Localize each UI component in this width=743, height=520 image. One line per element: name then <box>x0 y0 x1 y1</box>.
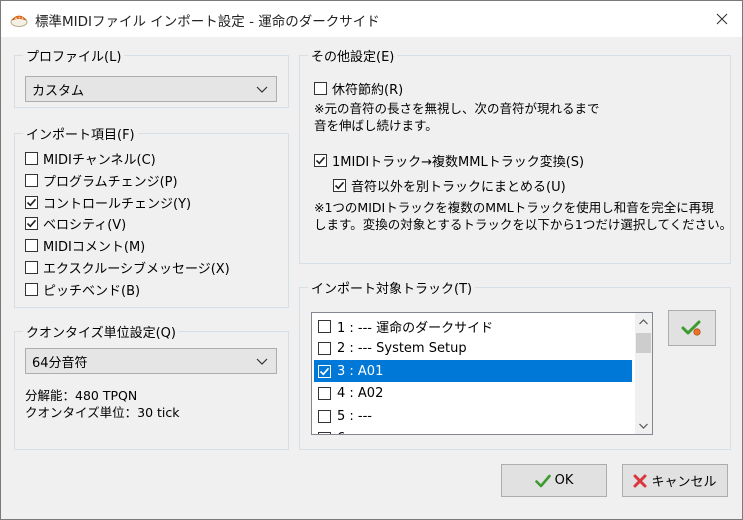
multi-track-checkbox[interactable]: 1MIDIトラック→複数MMLトラック変換(S) <box>314 151 584 170</box>
cross-icon <box>633 474 647 488</box>
chevron-down-icon <box>256 358 268 365</box>
import-item-checkbox[interactable]: MIDIコメント(M) <box>25 236 145 255</box>
import-item-label: エクスクルーシブメッセージ(X) <box>43 262 230 277</box>
checkbox-box[interactable] <box>25 173 38 187</box>
scroll-up-button[interactable] <box>635 313 652 330</box>
track-item-label: 6 : --- <box>337 431 372 434</box>
cancel-label: キャンセル <box>651 475 717 490</box>
multi-track-note-line1: ※1つのMIDIトラックを複数のMMLトラックを使用し和音を完全に再現 <box>314 200 714 215</box>
track-list-item[interactable]: 5 : --- <box>314 405 632 427</box>
quantize-selected-value: 64分音符 <box>32 355 88 371</box>
checkbox-box[interactable] <box>318 409 331 423</box>
import-item-checkbox[interactable]: プログラムチェンジ(P) <box>25 171 178 190</box>
checkbox-box[interactable] <box>318 319 331 333</box>
sushi-app-icon <box>10 11 28 27</box>
rest-saving-checkbox[interactable]: 休符節約(R) <box>314 79 403 98</box>
rest-saving-note-line1: ※元の音符の長さを無視し、次の音符が現れるまで <box>314 101 600 116</box>
checkbox-box[interactable] <box>318 432 331 434</box>
checkbox-box[interactable] <box>25 152 38 165</box>
import-settings-dialog: 標準MIDIファイル インポート設定 - 運命のダークサイド プロファイル(L)… <box>0 0 743 520</box>
cancel-button[interactable]: キャンセル <box>622 464 728 497</box>
scroll-thumb[interactable] <box>636 333 651 353</box>
track-list-item[interactable]: 2 : --- System Setup <box>314 338 632 360</box>
checkbox-box[interactable] <box>333 179 346 192</box>
checkbox-box[interactable] <box>314 154 327 167</box>
resolution-text: 分解能：480 TPQN <box>25 388 138 403</box>
close-button[interactable] <box>701 1 742 37</box>
track-item-label: 3 : A01 <box>337 363 384 379</box>
rest-saving-label: 休符節約(R) <box>332 83 404 98</box>
track-list-item[interactable]: 6 : --- <box>314 428 632 434</box>
ok-button[interactable]: OK <box>501 464 607 497</box>
checkbox-box[interactable] <box>314 82 327 95</box>
track-list-item[interactable]: 4 : A02 <box>314 383 632 405</box>
chevron-down-icon <box>256 86 268 93</box>
import-item-label: コントロールチェンジ(Y) <box>43 196 192 212</box>
import-item-checkbox[interactable]: ピッチベンド(B) <box>25 280 140 299</box>
checkbox-box[interactable] <box>25 282 38 296</box>
rest-saving-note-line2: 音を伸ばし続けます。 <box>314 118 438 133</box>
other-settings-legend: その他設定(E) <box>311 50 395 65</box>
group-non-notes-label: 音符以外を別トラックにまとめる(U) <box>351 180 566 195</box>
quantize-group: クオンタイズ単位設定(Q) <box>14 322 289 450</box>
title-bar[interactable]: 標準MIDIファイル インポート設定 - 運命のダークサイド <box>1 1 742 37</box>
profile-selected-value: カスタム <box>32 83 85 99</box>
scroll-down-button[interactable] <box>635 417 652 434</box>
multi-track-label: 1MIDIトラック→複数MMLトラック変換(S) <box>332 155 585 170</box>
group-non-notes-checkbox[interactable]: 音符以外を別トラックにまとめる(U) <box>333 176 566 195</box>
import-item-checkbox[interactable]: エクスクルーシブメッセージ(X) <box>25 258 230 277</box>
check-all-icon <box>681 320 701 336</box>
import-item-label: MIDIコメント(M) <box>43 240 146 256</box>
multi-track-note-line2: します。変換の対象とするトラックを以下から1つだけ選択してください。 <box>314 217 733 232</box>
track-item-label: 5 : --- <box>337 408 372 424</box>
checkbox-box[interactable] <box>25 217 38 231</box>
quantize-unit-text: クオンタイズ単位：30 tick <box>25 405 180 420</box>
checkbox-box[interactable] <box>25 239 38 253</box>
checkbox-box[interactable] <box>318 364 331 378</box>
import-item-checkbox[interactable]: コントロールチェンジ(Y) <box>25 193 191 212</box>
profile-select[interactable]: カスタム <box>25 76 277 102</box>
track-scrollbar[interactable] <box>635 313 652 434</box>
checkbox-box[interactable] <box>318 342 331 355</box>
import-item-label: MIDIチャンネル(C) <box>43 153 156 168</box>
track-item-label: 1 : --- 運命のダークサイド <box>337 320 494 336</box>
window-title: 標準MIDIファイル インポート設定 - 運命のダークサイド <box>35 14 380 30</box>
quantize-select[interactable]: 64分音符 <box>25 348 277 374</box>
select-track-button[interactable] <box>668 310 716 346</box>
chevron-down-icon <box>639 423 648 429</box>
quantize-legend: クオンタイズ単位設定(Q) <box>26 326 176 341</box>
import-item-label: ピッチベンド(B) <box>43 283 141 299</box>
chevron-up-icon <box>639 318 648 324</box>
import-item-label: ベロシティ(V) <box>43 218 127 234</box>
import-item-label: プログラムチェンジ(P) <box>43 174 178 190</box>
profile-legend: プロファイル(L) <box>26 50 122 65</box>
check-icon <box>534 474 551 488</box>
track-item-label: 2 : --- System Setup <box>337 341 467 356</box>
track-list-item[interactable]: 1 : --- 運命のダークサイド <box>314 315 632 337</box>
import-item-checkbox[interactable]: MIDIチャンネル(C) <box>25 149 156 168</box>
track-list-item[interactable]: 3 : A01 <box>314 360 632 382</box>
checkbox-box[interactable] <box>25 195 38 209</box>
ok-label: OK <box>554 473 574 488</box>
track-item-label: 4 : A02 <box>337 386 384 401</box>
checkbox-box[interactable] <box>318 387 331 400</box>
import-tracks-legend: インポート対象トラック(T) <box>311 282 473 297</box>
track-listbox[interactable]: 1 : --- 運命のダークサイド 2 : --- System Setup 3 :… <box>311 312 653 435</box>
import-items-legend: インポート項目(F) <box>26 128 135 143</box>
close-icon <box>716 13 727 25</box>
checkbox-box[interactable] <box>25 261 38 274</box>
import-item-checkbox[interactable]: ベロシティ(V) <box>25 214 126 233</box>
